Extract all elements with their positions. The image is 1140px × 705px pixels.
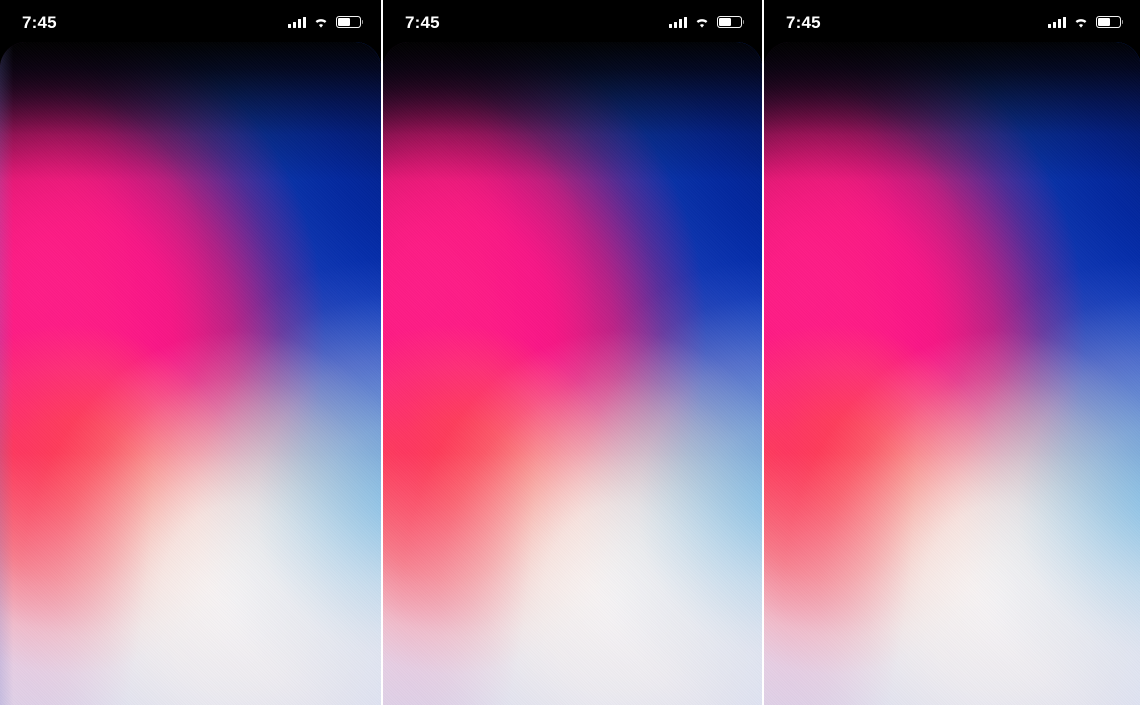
battery-icon (1096, 16, 1124, 28)
status-bar-time: 7:45 (786, 12, 821, 32)
status-bar-indicators (288, 16, 364, 28)
wifi-icon (694, 16, 710, 28)
screenshot-strip: 7:45 View Video Tutorial Select Image Sq… (0, 0, 1140, 705)
cellular-signal-icon (288, 16, 306, 28)
wallpaper-3 (764, 42, 1140, 705)
status-bar-time: 7:45 (405, 12, 440, 32)
status-bar-time: 7:45 (22, 12, 57, 32)
cellular-signal-icon (1048, 16, 1066, 28)
wifi-icon (1073, 16, 1089, 28)
battery-icon (717, 16, 745, 28)
status-bar-indicators (1048, 16, 1124, 28)
status-bar-3: 7:45 (764, 0, 1140, 42)
phone-panel-2: 7:45 View Video Tutorial Select Image Sq… (383, 0, 762, 705)
battery-icon (336, 16, 364, 28)
cellular-signal-icon (669, 16, 687, 28)
status-bar-2: 7:45 (383, 0, 762, 42)
phone-panel-3: 7:45 View Video Tutorial Select Image Sq… (764, 0, 1140, 705)
status-bar-1: 7:45 (0, 0, 381, 42)
wallpaper-1 (0, 42, 381, 705)
phone-panel-1: 7:45 View Video Tutorial Select Image Sq… (0, 0, 381, 705)
wifi-icon (313, 16, 329, 28)
wallpaper-2 (383, 42, 762, 705)
status-bar-indicators (669, 16, 745, 28)
